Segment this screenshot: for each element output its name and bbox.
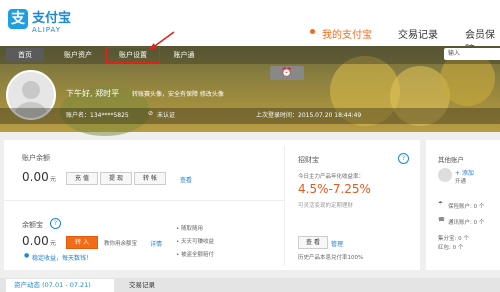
recharge-button[interactable]: 充 值 (66, 172, 98, 185)
balance-view-link[interactable]: 查看 (180, 175, 192, 184)
divider (284, 146, 285, 266)
zhaocaibao-desc: 今日主力产品年化收益率： (298, 174, 365, 180)
yuebao-label: 余额宝 (22, 221, 43, 229)
add-account-link[interactable]: + 添加 (455, 168, 474, 177)
feature-item: • 被盗全额赔付 (176, 252, 215, 258)
nav-trade-records[interactable]: 交易记录 (398, 26, 438, 41)
promo-icon: ● (24, 252, 30, 259)
active-nav-dot-icon (310, 29, 315, 34)
greeting-text: 下午好, 郑时平 (66, 89, 120, 98)
feature-item: • 天天可赚收益 (176, 239, 215, 245)
other-accounts-title: 其他账户 (438, 156, 464, 164)
phone-icon: ☎ (438, 217, 445, 223)
logo-text: 支付宝 (32, 11, 72, 26)
umbrella-icon: ☂ (438, 201, 443, 207)
transfer-in-button[interactable]: 转 入 (66, 236, 98, 249)
zhaocaibao-manage-link[interactable]: 管理 (331, 239, 343, 248)
insurance-accounts[interactable]: 保险账户: 0 个 (448, 202, 484, 210)
balance-amount: 0.00 (22, 170, 49, 184)
divider (4, 200, 284, 201)
search-input[interactable]: 输入 (444, 48, 500, 60)
tab-home[interactable]: 首页 (6, 48, 44, 62)
question-icon[interactable]: ? (50, 218, 61, 229)
question-icon[interactable]: ? (398, 153, 409, 164)
zhaocaibao-label: 招财宝 (298, 156, 319, 164)
annotation-arrow (148, 31, 175, 50)
yuebao-desc: 教你用余额宝 (104, 241, 138, 247)
feature-item: • 随取随用 (176, 226, 204, 232)
jifen-count[interactable]: 集分宝: 0 个 (438, 234, 469, 242)
balance-unit: 元 (50, 176, 57, 183)
verify-icon: ⊘ (148, 110, 154, 117)
balance-label: 账户余额 (22, 154, 50, 162)
verify-status[interactable]: 未认证 (157, 110, 175, 119)
alarm-icon[interactable]: ⏰ (270, 66, 304, 80)
tab-asset-activity[interactable]: 资产动态 (07.01 - 07.21) (6, 279, 114, 292)
tab-trade-records[interactable]: 交易记录 (122, 279, 162, 292)
yuebao-detail-link[interactable]: 详情 (150, 239, 162, 248)
account-avatar-icon (438, 168, 452, 182)
yuebao-unit: 元 (50, 240, 57, 247)
yuebao-amount: 0.00 (22, 234, 49, 248)
alipay-logo-icon[interactable]: 支 (8, 9, 28, 29)
last-login-time: 上次登录时间：2015.07.20 18:44:49 (256, 112, 362, 119)
zhaocaibao-rate: 4.5%-7.25% (298, 182, 371, 196)
logo-subtitle: ALIPAY (32, 26, 62, 34)
nav-my-alipay[interactable]: 我的支付宝 (322, 26, 372, 41)
hongbao-count[interactable]: 红包: 0 个 (438, 243, 463, 251)
zhaocaibao-view-button[interactable]: 查 看 (298, 236, 328, 249)
tab-account-assets[interactable]: 账户资产 (58, 48, 98, 62)
greeting-hint[interactable]: 转账赛头像，安全有保障 修改头像 (132, 89, 224, 98)
open-link[interactable]: 开通 (455, 177, 466, 185)
yuebao-promo[interactable]: 稳定收益，每天数钱！ (32, 253, 92, 262)
account-name: 账户名：134****5825 (66, 112, 129, 119)
zhaocaibao-note: 可灵活变现的定期理财 (298, 203, 354, 209)
zhaocaibao-history: 历史产品本息兑付率100% (298, 255, 364, 261)
transfer-button[interactable]: 转 帐 (134, 172, 166, 185)
withdraw-button[interactable]: 提 现 (100, 172, 132, 185)
telecom-accounts[interactable]: 通讯账户: 0 个 (448, 218, 484, 226)
